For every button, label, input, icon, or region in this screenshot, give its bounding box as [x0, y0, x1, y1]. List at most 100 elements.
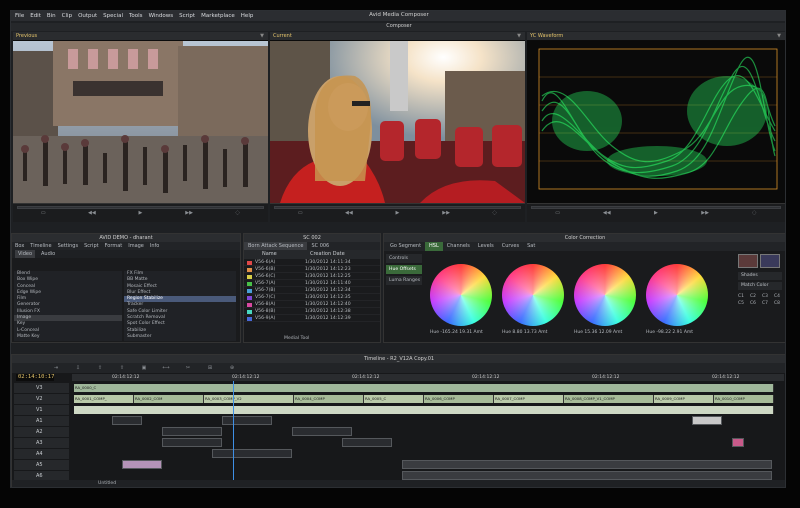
position-bar[interactable]	[17, 206, 264, 209]
current-monitor[interactable]: Current ▼ ▭ ◀◀ ▶ ▶▶ ◌	[270, 32, 525, 222]
menu-marketplace[interactable]: Marketplace	[201, 13, 235, 19]
tab-levels[interactable]: Levels	[474, 242, 498, 251]
table-row[interactable]: V56-6(A) 1/30/2012 14:11:34	[244, 259, 380, 266]
timeline-clip[interactable]: RA_0009_COMP	[654, 395, 714, 403]
tab-curves[interactable]: Curves	[498, 242, 523, 251]
track-selector-a1[interactable]: A1	[14, 416, 69, 426]
audio-waveform-clip[interactable]	[402, 471, 772, 480]
audio-clip[interactable]	[732, 438, 744, 447]
bucket-cell[interactable]: C8	[774, 301, 784, 306]
tab-script[interactable]: Script	[84, 242, 99, 250]
bucket-cell[interactable]: C7	[762, 301, 772, 306]
table-row[interactable]: V56-8(A) 1/30/2012 14:12:40	[244, 301, 380, 308]
timeline-clip[interactable]: RA_0003_COMP_V2	[204, 395, 294, 403]
table-row[interactable]: V56-7(A) 1/30/2012 14:11:40	[244, 280, 380, 287]
monitor-label[interactable]: Previous	[16, 33, 37, 39]
tab-sc-006[interactable]: SC 006	[307, 242, 333, 250]
tab-sat[interactable]: Sat	[523, 242, 539, 251]
timeline-clip[interactable]: RA_0005_C	[364, 395, 424, 403]
swatch-target[interactable]	[760, 254, 780, 268]
monitor-label[interactable]: YC Waveform	[530, 33, 563, 39]
table-row[interactable]: V56-8(B) 1/30/2012 14:12:38	[244, 308, 380, 315]
tab-format[interactable]: Format	[105, 242, 123, 250]
chevron-down-icon[interactable]: ▼	[260, 33, 264, 39]
audio-waveform-clip[interactable]	[402, 460, 772, 469]
track-selector-v1[interactable]: V1	[14, 405, 69, 415]
previous-monitor[interactable]: Previous ▼ ▭ ◀◀ ▶ ▶▶ ◌	[13, 32, 268, 222]
mark-in-icon[interactable]: ▭	[296, 210, 304, 216]
table-row[interactable]: V56-7(B) 1/30/2012 14:12:34	[244, 287, 380, 294]
mark-in-icon[interactable]: ▭	[39, 210, 47, 216]
wheel-readout[interactable]: Hue -165.24 19.31 Amt	[430, 330, 483, 335]
tab-audio[interactable]: Audio	[41, 250, 55, 258]
mark-in-icon[interactable]: ▭	[554, 210, 562, 216]
extract-icon[interactable]: ⇪	[118, 365, 126, 371]
timecode-display[interactable]: 02:14:10:17	[16, 374, 54, 381]
shades-dropdown[interactable]: Shades	[738, 272, 782, 280]
zoom-icon[interactable]: ⊕	[228, 365, 236, 371]
tab-image[interactable]: Image	[128, 242, 144, 250]
tab-settings[interactable]: Settings	[58, 242, 79, 250]
audio-clip[interactable]	[342, 438, 392, 447]
wheel-readout[interactable]: Hue 8.80 13.73 Amt	[502, 330, 547, 335]
splice-in-icon[interactable]: ⇥	[52, 365, 60, 371]
track-selector-v2[interactable]: V2	[14, 394, 69, 404]
match-color-button[interactable]: Match Color	[738, 282, 782, 290]
track-selector-a2[interactable]: A2	[14, 427, 69, 437]
step-forward-icon[interactable]: ▶▶	[185, 210, 193, 216]
tab-hsl[interactable]: HSL	[425, 242, 443, 251]
audio-clip[interactable]	[292, 427, 352, 436]
list-item[interactable]: Matte Key	[14, 334, 122, 340]
menu-help[interactable]: Help	[241, 13, 254, 19]
tab-born-attack-sequence[interactable]: Born Attack Sequence	[244, 242, 308, 250]
bucket-cell[interactable]: C3	[762, 294, 772, 299]
track-selector-a3[interactable]: A3	[14, 438, 69, 448]
menu-clip[interactable]: Clip	[62, 13, 72, 19]
bucket-cell[interactable]: C5	[738, 301, 748, 306]
column-creation-date[interactable]: Creation Date	[304, 250, 374, 259]
color-wheel-shadows[interactable]	[502, 264, 564, 326]
wheel-readout[interactable]: Hue 15.36 12.09 Amt	[574, 330, 622, 335]
audio-clip[interactable]	[162, 438, 222, 447]
table-row[interactable]: V56-9(A) 1/30/2012 14:12:39	[244, 315, 380, 322]
timeline-clip[interactable]: RA_0008_COMP_V1_COMP	[564, 395, 654, 403]
step-back-icon[interactable]: ◀◀	[345, 210, 353, 216]
tab-timeline[interactable]: Timeline	[30, 242, 51, 250]
list-item[interactable]: Submaster	[124, 334, 236, 340]
table-row[interactable]: V56-6(C) 1/30/2012 14:12:25	[244, 273, 380, 280]
lift-icon[interactable]: ⇧	[96, 365, 104, 371]
table-row[interactable]: V56-7(C) 1/30/2012 14:12:35	[244, 294, 380, 301]
wheel-readout[interactable]: Hue -98.22 2.91 Amt	[646, 330, 693, 335]
timeline-clip[interactable]: RA_0004_COMP	[294, 395, 364, 403]
color-wheel-master[interactable]	[430, 264, 492, 326]
cc-hue-offsets[interactable]: Hue Offsets	[386, 265, 422, 274]
position-bar[interactable]	[531, 206, 781, 209]
timeline-clip[interactable]: RA_0006_COMP	[424, 395, 494, 403]
tab-video[interactable]: Video	[15, 250, 36, 258]
timecode-ruler[interactable]: 02:14:12:12 02:14:12:12 02:14:12:12 02:1…	[72, 374, 784, 381]
menu-bin[interactable]: Bin	[47, 13, 56, 19]
menu-windows[interactable]: Windows	[149, 13, 174, 19]
menu-output[interactable]: Output	[78, 13, 97, 19]
timeline-clip[interactable]: RA_0000_C	[74, 384, 774, 392]
menu-file[interactable]: File	[15, 13, 24, 19]
bucket-cell[interactable]: C1	[738, 294, 748, 299]
chevron-down-icon[interactable]: ▼	[777, 33, 781, 39]
mark-out-icon[interactable]: ◌	[234, 210, 242, 216]
chevron-down-icon[interactable]: ▼	[517, 33, 521, 39]
cc-controls[interactable]: Controls	[386, 254, 422, 263]
mark-out-icon[interactable]: ◌	[491, 210, 499, 216]
tab-box[interactable]: Box	[15, 242, 24, 250]
mark-out-icon[interactable]: ◌	[750, 210, 758, 216]
play-icon[interactable]: ▶	[652, 210, 660, 216]
waveform-monitor[interactable]: YC Waveform ▼ ▭ ◀◀ ▶ ▶▶ ◌	[527, 32, 785, 222]
bucket-cell[interactable]: C4	[774, 294, 784, 299]
track-selector-v3[interactable]: V3	[14, 383, 69, 393]
audio-clip[interactable]	[112, 416, 142, 425]
cc-luma-ranges[interactable]: Luma Ranges	[386, 276, 422, 285]
menu-edit[interactable]: Edit	[30, 13, 41, 19]
audio-clip[interactable]	[692, 416, 722, 425]
step-back-icon[interactable]: ◀◀	[603, 210, 611, 216]
trim-icon[interactable]: ⟷	[162, 365, 170, 371]
tab-info[interactable]: Info	[150, 242, 159, 250]
